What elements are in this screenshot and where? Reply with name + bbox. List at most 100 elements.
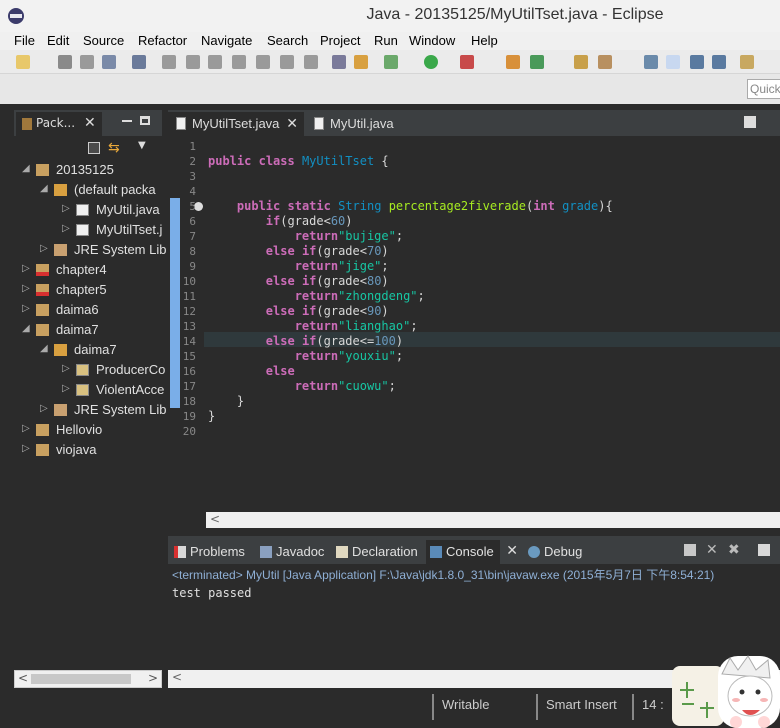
code-line[interactable]: if(grade<60) [208, 214, 353, 228]
menu-search[interactable]: Search [267, 33, 308, 48]
code-line[interactable]: public static String percentage2fiverade… [208, 199, 613, 213]
menu-navigate[interactable]: Navigate [201, 33, 252, 48]
code-line[interactable]: return"bujige"; [208, 229, 403, 243]
scroll-left-icon[interactable]: < [172, 670, 182, 684]
menu-edit[interactable]: Edit [47, 33, 69, 48]
line-number: 7 [189, 230, 196, 243]
menu-project[interactable]: Project [320, 33, 360, 48]
terminate-icon[interactable] [684, 544, 696, 556]
menu-window[interactable]: Window [409, 33, 455, 48]
tab-problems[interactable]: Problems [170, 540, 250, 564]
run-icon[interactable] [424, 55, 438, 69]
chevron-right-icon[interactable]: ▷ [22, 263, 30, 274]
chevron-right-icon[interactable]: ▷ [22, 423, 30, 434]
open-type-icon[interactable] [574, 55, 588, 69]
remove-launch-icon[interactable]: ✕ [706, 542, 718, 558]
save-icon[interactable] [58, 55, 72, 69]
new-icon[interactable] [16, 55, 30, 69]
new-java-class-icon[interactable] [530, 55, 544, 69]
step-over-icon[interactable] [280, 55, 294, 69]
chevron-right-icon[interactable]: ▷ [62, 383, 70, 394]
new-java-project-icon[interactable] [506, 55, 520, 69]
code-line[interactable]: else if(grade<70) [208, 244, 389, 258]
chevron-down-icon[interactable]: ◢ [40, 183, 48, 194]
java-file-icon [314, 117, 324, 130]
chevron-down-icon[interactable]: ◢ [22, 163, 30, 174]
step-return-icon[interactable] [304, 55, 318, 69]
maximize-icon[interactable] [140, 116, 150, 125]
show-whitespace-icon[interactable] [712, 55, 726, 69]
close-icon[interactable]: ✕ [84, 115, 96, 131]
code-line[interactable]: else if(grade<80) [208, 274, 389, 288]
code-line[interactable]: } [208, 409, 215, 423]
chevron-right-icon[interactable]: ▷ [62, 223, 70, 234]
collapse-all-icon[interactable] [88, 142, 100, 154]
code-line[interactable]: return"cuowu"; [208, 379, 396, 393]
chevron-down-icon[interactable]: ◢ [22, 323, 30, 334]
package-explorer-scrollbar[interactable]: < > [14, 670, 162, 688]
search-icon[interactable] [598, 55, 612, 69]
step-into-icon[interactable] [256, 55, 270, 69]
view-menu-icon[interactable]: ▼ [138, 140, 150, 152]
tab-javadoc[interactable]: Javadoc [256, 540, 328, 564]
chevron-right-icon[interactable]: ▷ [62, 203, 70, 214]
code-line[interactable]: return"youxiu"; [208, 349, 403, 363]
chevron-right-icon[interactable]: ▷ [40, 243, 48, 254]
chevron-down-icon[interactable]: ◢ [40, 343, 48, 354]
code-line[interactable]: else if(grade<90) [208, 304, 389, 318]
chevron-right-icon[interactable]: ▷ [40, 403, 48, 414]
tab-myutiltset[interactable]: MyUtilTset.java ✕ [168, 112, 304, 136]
code-line[interactable]: public class MyUtilTset { [208, 154, 389, 168]
chevron-right-icon[interactable]: ▷ [22, 303, 30, 314]
code-line[interactable]: else [208, 364, 295, 378]
tab-console[interactable]: Console ✕ [426, 540, 518, 564]
minimize-icon[interactable] [122, 120, 132, 122]
resume-icon[interactable] [162, 55, 176, 69]
next-annotation-icon[interactable] [740, 55, 754, 69]
terminate-icon[interactable] [208, 55, 222, 69]
print-icon[interactable] [102, 55, 116, 69]
suspend-icon[interactable] [186, 55, 200, 69]
toggle-breadcrumb-icon[interactable] [644, 55, 658, 69]
use-step-filters-icon[interactable] [354, 55, 368, 69]
scrollbar-thumb[interactable] [31, 674, 131, 684]
code-line[interactable]: return"jige"; [208, 259, 389, 273]
menu-help[interactable]: Help [471, 33, 498, 48]
editor-scrollbar[interactable]: < [206, 512, 780, 528]
project-icon [36, 424, 49, 436]
chevron-right-icon[interactable]: ▷ [62, 363, 70, 374]
block-selection-icon[interactable] [690, 55, 704, 69]
tab-myutil[interactable]: MyUtil.java [306, 112, 406, 136]
menu-run[interactable]: Run [374, 33, 398, 48]
menu-file[interactable]: File [14, 33, 35, 48]
code-line[interactable]: return"zhongdeng"; [208, 289, 425, 303]
code-line[interactable]: return"lianghao"; [208, 319, 418, 333]
save-all-icon[interactable] [80, 55, 94, 69]
debug-icon[interactable] [384, 55, 398, 69]
scroll-left-icon[interactable]: < [210, 512, 220, 526]
tab-declaration[interactable]: Declaration [332, 540, 422, 564]
link-with-editor-icon[interactable]: ⇆ [108, 140, 126, 156]
minimize-icon[interactable] [744, 116, 756, 128]
disconnect-icon[interactable] [232, 55, 246, 69]
chevron-right-icon[interactable]: ▷ [22, 283, 30, 294]
close-icon[interactable]: ✕ [506, 542, 518, 559]
scroll-left-icon[interactable]: < [18, 671, 28, 685]
remove-all-terminated-icon[interactable]: ✖ [728, 542, 740, 558]
tab-debug[interactable]: Debug [524, 540, 588, 564]
drop-to-frame-icon[interactable] [332, 55, 346, 69]
mark-occurrences-icon[interactable] [666, 55, 680, 69]
scroll-right-icon[interactable]: > [148, 671, 158, 685]
code-line[interactable]: else if(grade<=100) [208, 334, 403, 348]
console-output[interactable]: test passed [172, 586, 251, 600]
menu-refactor[interactable]: Refactor [138, 33, 187, 48]
close-icon[interactable]: ✕ [286, 115, 298, 132]
chevron-right-icon[interactable]: ▷ [22, 443, 30, 454]
clear-console-icon[interactable] [758, 544, 770, 556]
quick-access-input[interactable]: Quick [747, 79, 780, 99]
external-tools-icon[interactable] [460, 55, 474, 69]
code-line[interactable]: } [208, 394, 244, 408]
package-explorer-tab[interactable]: Pack... ✕ [16, 112, 102, 136]
skip-breakpoints-icon[interactable] [132, 55, 146, 69]
menu-source[interactable]: Source [83, 33, 124, 48]
